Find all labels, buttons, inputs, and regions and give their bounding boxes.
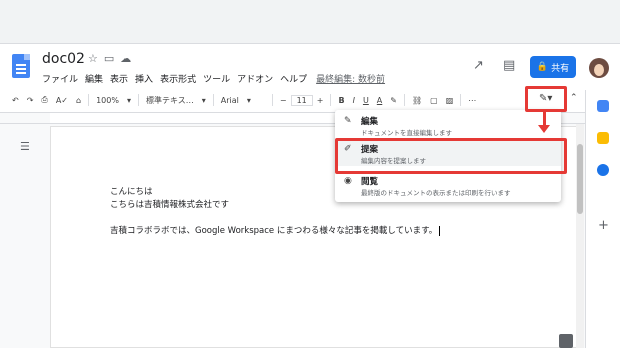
print-icon[interactable]: ⎙ [37,95,51,105]
menu-help[interactable]: ヘルプ [280,72,307,85]
menu-tools[interactable]: ツール [203,72,230,85]
highlight-box-suggest [335,138,567,174]
lock-icon: 🔒 [536,62,549,72]
bold-button[interactable]: B [334,96,348,105]
body-line [110,212,440,225]
side-panel: + [585,90,620,348]
underline-button[interactable]: U [359,96,373,105]
browser-top-area [0,0,620,44]
menu-file[interactable]: ファイル [42,72,78,85]
font-size-input[interactable]: 11 [290,94,313,106]
zoom-select[interactable]: 100% [92,96,123,105]
menu-format[interactable]: 表示形式 [160,72,196,85]
mode-item-view[interactable]: ◉ 閲覧 最終版のドキュメントの表示または印刷を行います [335,172,561,198]
more-icon[interactable]: ⋯ [464,96,480,105]
menu-insert[interactable]: 挿入 [135,72,153,85]
spellcheck-icon[interactable]: A✓ [52,96,72,105]
highlight-icon[interactable]: ✎ [386,96,401,105]
activity-trend-icon[interactable]: ↗ [473,58,484,73]
docs-logo-icon[interactable] [12,54,30,78]
collapse-chevron-icon[interactable]: ⌃ [570,93,578,103]
text-color-button[interactable]: A [373,96,386,105]
font-select[interactable]: Arial [217,96,243,105]
move-folder-icon[interactable]: ▭ [104,52,114,65]
undo-icon[interactable]: ↶ [8,96,23,105]
chevron-down-icon: ▾ [126,95,131,105]
menu-bar: ファイル 編集 表示 挿入 表示形式 ツール アドオン ヘルプ 最終編集: 数秒… [42,72,385,85]
tasks-icon[interactable] [597,164,609,176]
redo-icon[interactable]: ↷ [23,96,38,105]
paint-format-icon[interactable]: ⌂ [72,96,85,105]
menu-edit[interactable]: 編集 [85,72,103,85]
pencil-icon: ✎ [344,116,352,126]
title-icons: ☆ ▭ ☁ [88,52,131,65]
document-title[interactable]: doc02 [42,51,85,67]
document-outline-icon[interactable]: ☰ [20,140,30,153]
annotation-arrow-head [538,125,550,133]
link-icon[interactable]: ⛓ [408,96,426,105]
decrease-font-size-button[interactable]: − [276,96,291,105]
chevron-down-icon: ▾ [201,95,206,105]
style-select[interactable]: 標準テキス… [142,95,198,106]
keep-icon[interactable] [597,132,609,144]
calendar-icon[interactable] [597,100,609,112]
comments-icon[interactable]: ▤ [503,58,515,73]
star-icon[interactable]: ☆ [88,52,98,65]
menu-addons[interactable]: アドオン [237,72,273,85]
annotation-arrow [543,112,546,126]
share-button[interactable]: 🔒 共有 [530,56,576,78]
italic-button[interactable]: I [349,96,359,105]
image-icon[interactable]: ▨ [442,96,458,105]
eye-icon: ◉ [344,176,352,186]
formatting-toolbar: ↶ ↷ ⎙ A✓ ⌂ 100% ▾ 標準テキス… ▾ Arial ▾ − 11 … [8,90,584,110]
increase-font-size-button[interactable]: + [313,96,328,105]
cloud-status-icon[interactable]: ☁ [120,52,131,65]
comment-icon[interactable]: ▢ [426,96,442,105]
highlight-box-mode-button [525,86,567,112]
share-label: 共有 [551,63,570,74]
body-line-with-caret: 吉積コラボラボでは、Google Workspace にまつわる様々な記事を掲載… [110,225,441,238]
menu-view[interactable]: 表示 [110,72,128,85]
scrollbar[interactable] [576,124,584,348]
mode-item-edit[interactable]: ✎ 編集 ドキュメントを直接編集します [335,112,561,138]
add-addon-icon[interactable]: + [598,218,609,233]
last-edit-link[interactable]: 最終編集: 数秒前 [316,72,385,85]
avatar[interactable] [589,58,609,78]
text-caret [439,225,441,236]
explore-icon[interactable] [559,334,573,348]
chevron-down-icon: ▾ [246,95,251,105]
